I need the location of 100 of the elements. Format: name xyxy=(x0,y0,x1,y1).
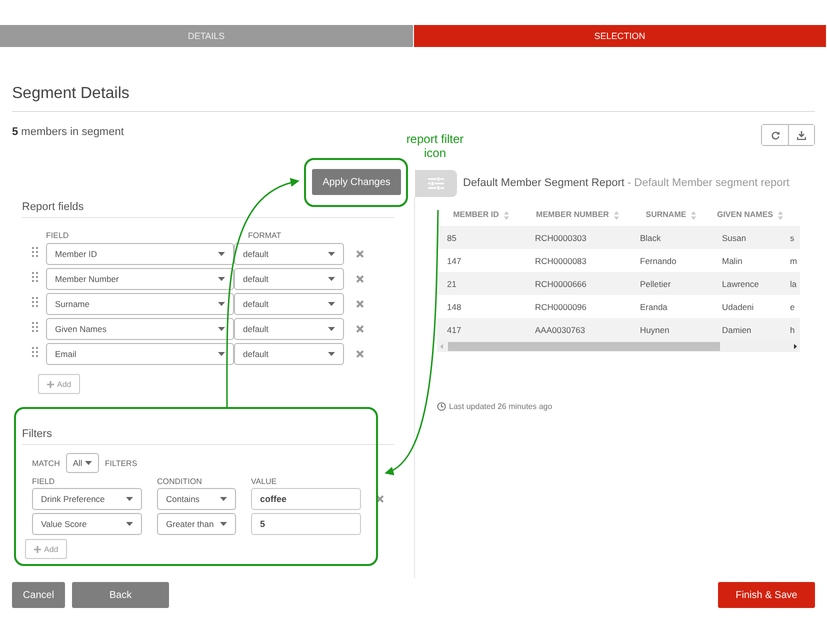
format-select[interactable]: default xyxy=(234,318,344,340)
caret-icon xyxy=(84,461,92,465)
scroll-left-icon xyxy=(440,344,443,349)
table-cell: 417 xyxy=(437,318,525,341)
table-cell: AAA0030763 xyxy=(525,318,630,341)
members-count: 5 members in segment xyxy=(12,126,124,138)
table-cell: Damien xyxy=(712,318,788,341)
remove-icon xyxy=(356,325,364,333)
caret-icon xyxy=(126,497,133,501)
caret-icon xyxy=(218,277,225,281)
format-select[interactable]: default xyxy=(234,293,344,315)
table-cell: m xyxy=(788,249,800,272)
column-header: FIELD xyxy=(32,477,56,486)
last-updated: Last updated 26 minutes ago xyxy=(449,402,552,411)
caret-icon xyxy=(126,522,133,526)
drag-handle-icon xyxy=(32,347,38,357)
table-cell: Udadeni xyxy=(712,295,788,318)
field-select[interactable]: Surname xyxy=(46,293,234,315)
caret-icon xyxy=(220,497,227,501)
table-cell: e xyxy=(788,295,800,318)
field-select[interactable]: Drink Preference xyxy=(32,488,142,510)
sort-icon xyxy=(691,210,696,220)
filters-label: FILTERS xyxy=(104,458,138,468)
match-label: MATCH xyxy=(32,458,60,468)
remove-icon xyxy=(356,275,364,283)
field-select[interactable]: Email xyxy=(46,343,234,365)
sort-icon xyxy=(504,210,509,220)
caret-icon xyxy=(218,302,225,306)
refresh-icon xyxy=(770,130,780,140)
report-description: - Default Member segment report xyxy=(627,177,790,189)
value-input[interactable]: 5 xyxy=(251,513,361,535)
caret-icon xyxy=(328,252,335,256)
table-cell: Lawrence xyxy=(712,272,788,295)
step-tab[interactable]: SELECTION xyxy=(414,25,827,47)
format-select[interactable]: default xyxy=(234,243,344,265)
apply-changes-button[interactable]: Apply Changes xyxy=(312,169,401,195)
download-icon xyxy=(797,130,806,140)
format-select[interactable]: default xyxy=(234,268,344,290)
field-select[interactable]: Member Number xyxy=(46,268,234,290)
table-cell: h xyxy=(788,318,800,341)
caret-icon xyxy=(328,302,335,306)
column-header[interactable]: MEMBER NUMBER xyxy=(525,204,630,226)
condition-select[interactable]: Contains xyxy=(157,488,236,510)
table-cell: 21 xyxy=(437,272,525,295)
condition-select[interactable]: Greater than xyxy=(157,513,236,535)
table-cell: Malin xyxy=(712,249,788,272)
caret-icon xyxy=(328,277,335,281)
sort-icon xyxy=(614,210,619,220)
table-cell: 147 xyxy=(437,249,525,272)
cancel-button[interactable]: Cancel xyxy=(12,582,65,608)
drag-handle-icon xyxy=(32,272,38,282)
column-header: VALUE xyxy=(251,477,278,486)
section-title: Filters xyxy=(22,428,394,445)
sliders-icon xyxy=(428,176,444,190)
remove-icon xyxy=(356,300,364,308)
caret-icon xyxy=(328,352,335,356)
table-cell: la xyxy=(788,272,800,295)
caret-icon xyxy=(328,327,335,331)
table-cell: Fernando xyxy=(630,249,712,272)
column-header[interactable]: GIVEN NAMES xyxy=(712,204,788,226)
caret-icon xyxy=(218,352,225,356)
format-select[interactable]: default xyxy=(234,343,344,365)
report-name: Default Member Segment Report xyxy=(463,177,624,189)
remove-icon xyxy=(356,350,364,358)
table-cell: RCH0000666 xyxy=(525,272,630,295)
clock-icon xyxy=(437,402,446,411)
drag-handle-icon xyxy=(32,247,38,257)
field-select[interactable]: Member ID xyxy=(46,243,234,265)
table-cell: Susan xyxy=(712,226,788,249)
match-select[interactable]: All xyxy=(66,453,99,473)
table-cell: RCH0000096 xyxy=(525,295,630,318)
table-cell: 85 xyxy=(437,226,525,249)
field-select[interactable]: Given Names xyxy=(46,318,234,340)
column-header[interactable]: MEMBER ID xyxy=(437,204,525,226)
caret-icon xyxy=(218,327,225,331)
value-input[interactable]: coffee xyxy=(251,488,361,510)
table-cell: Huynen xyxy=(630,318,712,341)
column-header: CONDITION xyxy=(157,477,203,486)
section-title: Report fields xyxy=(22,201,394,218)
back-button[interactable]: Back xyxy=(72,582,169,608)
table-cell: RCH0000303 xyxy=(525,226,630,249)
finish-save-button[interactable]: Finish & Save xyxy=(718,582,815,608)
column-header: FORMAT xyxy=(248,231,282,240)
remove-icon xyxy=(356,250,364,258)
sort-icon xyxy=(778,210,783,220)
table-cell: RCH0000083 xyxy=(525,249,630,272)
scroll-right-icon xyxy=(794,344,797,349)
download-button[interactable] xyxy=(788,125,814,145)
caret-icon xyxy=(218,252,225,256)
field-select[interactable]: Value Score xyxy=(32,513,142,535)
table-cell: 148 xyxy=(437,295,525,318)
column-header: FIELD xyxy=(46,231,70,240)
table-cell: s xyxy=(788,226,800,249)
column-header[interactable]: SURNAME xyxy=(630,204,712,226)
table-cell: Black xyxy=(630,226,712,249)
table-cell: Eranda xyxy=(630,295,712,318)
drag-handle-icon xyxy=(32,297,38,307)
plus-icon xyxy=(47,380,54,388)
annotation-label: report filter icon xyxy=(405,132,465,160)
horizontal-scrollbar[interactable] xyxy=(437,341,800,352)
